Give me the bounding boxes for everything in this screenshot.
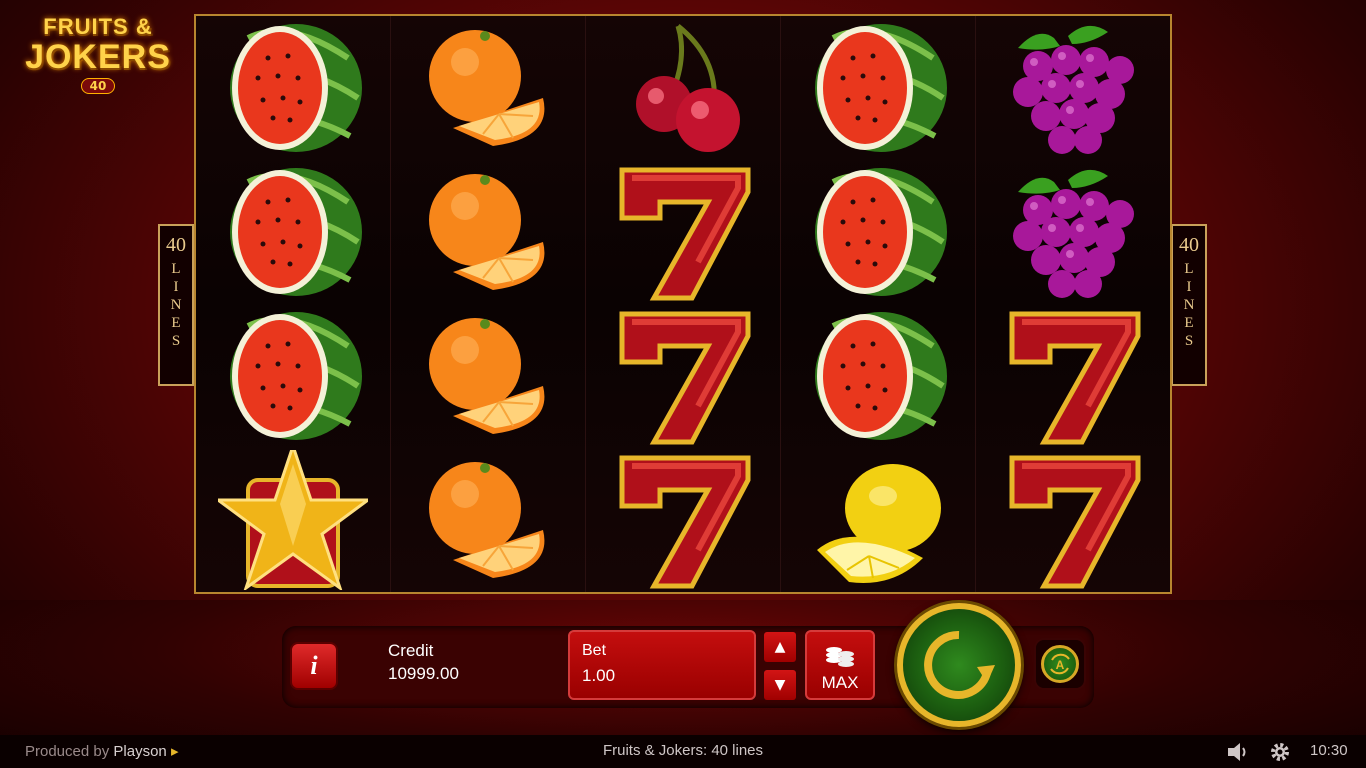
seven-icon	[619, 311, 751, 445]
watermelon-icon	[230, 312, 362, 440]
orange-icon	[429, 174, 545, 290]
orange-symbol	[391, 16, 585, 160]
watermelon-symbol	[196, 16, 390, 160]
reel-2	[391, 16, 586, 592]
reel-5	[976, 16, 1170, 592]
orange-symbol	[391, 448, 585, 592]
autoplay-icon: A	[1041, 645, 1079, 683]
orange-symbol	[391, 304, 585, 448]
lines-word: LINES	[1181, 261, 1197, 351]
spin-button[interactable]	[897, 603, 1021, 727]
lines-number: 40	[166, 234, 186, 256]
seven-icon	[1009, 455, 1141, 589]
footer-bar: Produced by Playson ▸ Fruits & Jokers: 4…	[0, 735, 1366, 768]
autoplay-button[interactable]: A	[1034, 638, 1086, 690]
reel-3	[586, 16, 781, 592]
seven-icon	[619, 167, 751, 301]
max-label: MAX	[821, 673, 859, 692]
orange-icon	[429, 30, 545, 146]
bet-decrease-button[interactable]: ▼	[764, 670, 796, 700]
seven-symbol	[976, 448, 1170, 592]
triangle-down-icon: ▼	[774, 677, 786, 693]
info-button[interactable]: i	[290, 642, 338, 690]
watermelon-icon	[815, 312, 947, 440]
star-icon	[218, 450, 368, 590]
lines-word: LINES	[168, 261, 184, 351]
credit-value: 10999.00	[388, 664, 459, 683]
reel-grid	[194, 14, 1172, 594]
seven-symbol	[976, 304, 1170, 448]
coins-icon	[807, 644, 873, 673]
orange-icon	[429, 318, 545, 434]
seven-icon	[619, 455, 751, 589]
orange-icon	[429, 462, 545, 578]
lemon-icon	[817, 464, 941, 583]
watermelon-symbol	[781, 16, 975, 160]
star-symbol	[196, 448, 390, 592]
logo-line-1: FRUITS &	[43, 14, 153, 39]
lines-indicator-right: 40 LINES	[1171, 224, 1207, 386]
lines-indicator-left: 40 LINES	[158, 224, 194, 386]
bet-label: Bet	[582, 642, 607, 659]
watermelon-icon	[815, 168, 947, 296]
cherry-symbol	[586, 16, 780, 160]
seven-symbol	[586, 448, 780, 592]
spin-arrow-icon	[924, 630, 995, 699]
grapes-symbol	[976, 16, 1170, 160]
watermelon-icon	[815, 24, 947, 152]
watermelon-icon	[230, 24, 362, 152]
watermelon-symbol	[781, 160, 975, 304]
orange-symbol	[391, 160, 585, 304]
triangle-up-icon: ▲	[774, 639, 786, 655]
grapes-icon	[1013, 25, 1134, 154]
reel-4	[781, 16, 976, 592]
grapes-symbol	[976, 160, 1170, 304]
watermelon-symbol	[196, 304, 390, 448]
lemon-symbol	[781, 448, 975, 592]
sound-icon[interactable]	[1226, 741, 1250, 767]
game-title: Fruits & Jokers: 40 lines	[602, 742, 764, 759]
watermelon-symbol	[781, 304, 975, 448]
logo-line-2: JOKERS	[25, 38, 171, 76]
game-logo: FRUITS & JOKERS 40	[18, 10, 178, 110]
watermelon-symbol	[196, 160, 390, 304]
lines-number: 40	[1179, 234, 1199, 256]
bet-display: Bet 1.00	[568, 630, 756, 700]
clock: 10:30	[1310, 742, 1348, 759]
credit-label: Credit	[388, 641, 434, 660]
seven-symbol	[586, 304, 780, 448]
grapes-icon	[1013, 169, 1134, 298]
watermelon-icon	[230, 168, 362, 296]
logo-badge: 40	[80, 78, 116, 94]
seven-icon	[1009, 311, 1141, 445]
seven-symbol	[586, 160, 780, 304]
bet-increase-button[interactable]: ▲	[764, 632, 796, 662]
max-bet-button[interactable]: MAX	[805, 630, 875, 700]
gear-icon[interactable]	[1268, 740, 1292, 768]
reel-1	[196, 16, 391, 592]
cherry-icon	[636, 24, 740, 152]
bet-value: 1.00	[582, 666, 616, 685]
svg-text:A: A	[1056, 658, 1065, 672]
